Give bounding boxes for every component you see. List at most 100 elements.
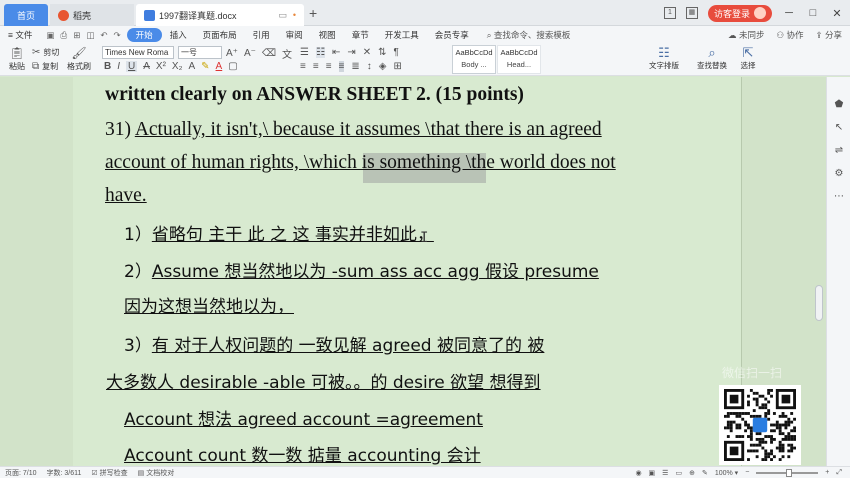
page-indicator[interactable]: 页面: 7/10 bbox=[0, 468, 42, 478]
zoom-slider-knob[interactable] bbox=[786, 468, 793, 477]
zoom-out-icon[interactable]: − bbox=[745, 469, 749, 476]
sidebar-settings-icon[interactable]: ⇌ bbox=[833, 145, 845, 156]
font-name-select[interactable]: Times New Roma bbox=[102, 46, 174, 59]
save-icon[interactable]: ▣ bbox=[46, 30, 54, 41]
fit-page-icon[interactable]: ⤢ bbox=[836, 469, 842, 477]
chinese-layout-icon[interactable]: ✕ bbox=[363, 47, 371, 58]
menu-chapter[interactable]: 章节 bbox=[344, 29, 377, 41]
web-view-icon[interactable]: ⊕ bbox=[689, 469, 695, 477]
grid-icon[interactable]: ▦ bbox=[685, 7, 698, 19]
grow-font-icon[interactable]: A⁺ bbox=[226, 48, 238, 59]
align-right-icon[interactable]: ≡ bbox=[326, 61, 332, 72]
font-size-select[interactable]: 一号 bbox=[178, 46, 222, 59]
subscript-icon[interactable]: X₂ bbox=[172, 61, 183, 72]
pinyin-icon[interactable]: 文 bbox=[282, 46, 292, 61]
maximize-icon[interactable]: □ bbox=[806, 7, 820, 19]
note-3b[interactable]: 大多数人 desirable -able 可被。。的 desire 欲望 想得到 bbox=[106, 368, 541, 393]
print-icon[interactable]: ⊞ bbox=[73, 30, 80, 41]
borders-icon[interactable]: ⊞ bbox=[393, 61, 401, 72]
note-2[interactable]: 2）Assume 想当然地以为 -sum ass acc agg 假设 pres… bbox=[124, 257, 599, 282]
menu-view[interactable]: 视图 bbox=[311, 29, 344, 41]
page-view-icon[interactable]: ▣ bbox=[649, 469, 656, 477]
zoom-dropdown[interactable]: 100% ▾ bbox=[715, 469, 738, 477]
align-left-icon[interactable]: ≡ bbox=[300, 61, 306, 72]
tab-document[interactable]: 1997翻译真题.docx ▭ • bbox=[136, 4, 304, 26]
decrease-indent-icon[interactable]: ⇤ bbox=[332, 47, 340, 58]
q31-text-line2[interactable]: account of human rights, \which is somet… bbox=[105, 152, 616, 174]
tab-close-icon[interactable]: • bbox=[293, 10, 296, 21]
tab-daoke[interactable]: 稻壳 bbox=[50, 4, 134, 26]
command-search[interactable]: ⌕ 查找命令、搜索模板 bbox=[487, 29, 571, 41]
sync-status[interactable]: ☁ 未同步 bbox=[728, 29, 764, 41]
redo-icon[interactable]: ↷ bbox=[113, 30, 120, 41]
clear-format-icon[interactable]: ⌫ bbox=[262, 48, 276, 59]
menu-review[interactable]: 审阅 bbox=[278, 29, 311, 41]
note-5[interactable]: Account count 数一数 掂量 accounting 会计 bbox=[124, 441, 481, 466]
eye-protect-icon[interactable]: ◉ bbox=[635, 469, 641, 477]
zoom-in-icon[interactable]: + bbox=[825, 469, 829, 476]
note-3[interactable]: 3）有 对于人权问题的 一致见解 agreed 被同意了的 被 bbox=[124, 331, 544, 356]
menu-member[interactable]: 会员专享 bbox=[427, 29, 477, 41]
bullet-list-icon[interactable]: ☰ bbox=[300, 47, 309, 58]
spell-check[interactable]: ☑ 拼写检查 bbox=[86, 468, 132, 478]
write-view-icon[interactable]: ✎ bbox=[702, 469, 708, 477]
superscript-icon[interactable]: X² bbox=[156, 61, 166, 72]
number-list-icon[interactable]: ☷ bbox=[315, 47, 325, 58]
font-color-icon[interactable]: A bbox=[216, 61, 223, 72]
highlight-icon[interactable]: ✎ bbox=[201, 61, 209, 72]
vertical-scrollbar[interactable] bbox=[815, 285, 823, 321]
tab-screen-icon[interactable]: ▭ bbox=[278, 10, 287, 21]
distribute-icon[interactable]: ≣ bbox=[351, 61, 359, 72]
style-heading-card[interactable]: AaBbCcDd Head... bbox=[497, 45, 541, 74]
outline-view-icon[interactable]: ☰ bbox=[662, 469, 668, 477]
doc-proof[interactable]: ▤ 文档校对 bbox=[133, 468, 180, 478]
minimize-icon[interactable]: ─ bbox=[782, 7, 796, 19]
note-1[interactable]: 1）省略句 主干 此 之 这 事实并非如此， bbox=[124, 220, 434, 245]
share-button[interactable]: ⇪ 分享 bbox=[816, 29, 843, 41]
menu-dev-tools[interactable]: 开发工具 bbox=[377, 29, 427, 41]
doc-heading[interactable]: written clearly on ANSWER SHEET 2. (15 p… bbox=[105, 84, 524, 106]
font-effect-icon[interactable]: A bbox=[188, 61, 195, 72]
sidebar-cursor-icon[interactable]: ↖ bbox=[833, 122, 845, 133]
show-marks-icon[interactable]: ¶ bbox=[394, 47, 399, 58]
note-4[interactable]: Account 想法 agreed account =agreement bbox=[124, 405, 483, 430]
sort-icon[interactable]: ⇅ bbox=[378, 47, 386, 58]
menu-page-layout[interactable]: 页面布局 bbox=[195, 29, 245, 41]
q31-text-line3[interactable]: have. bbox=[105, 185, 147, 207]
copy-button[interactable]: ⧉ 复制 bbox=[32, 61, 58, 72]
sidebar-shapes-icon[interactable]: ⬟ bbox=[833, 99, 845, 110]
zoom-slider[interactable] bbox=[756, 468, 819, 477]
increase-indent-icon[interactable]: ⇥ bbox=[347, 47, 355, 58]
underline-icon[interactable]: U bbox=[126, 61, 138, 72]
char-border-icon[interactable]: ▢ bbox=[228, 61, 237, 72]
select-button[interactable]: ⇱ 选择 bbox=[724, 46, 772, 71]
text-layout-button[interactable]: ☷ 文字排版 bbox=[640, 46, 688, 71]
tab-home[interactable]: 首页 bbox=[4, 4, 48, 26]
sidebar-more-icon[interactable]: ⋯ bbox=[833, 191, 845, 202]
sidebar-adjust-icon[interactable]: ⚙ bbox=[833, 168, 845, 179]
menu-start[interactable]: 开始 bbox=[126, 28, 162, 42]
shading-icon[interactable]: ◈ bbox=[379, 61, 387, 72]
line-spacing-icon[interactable]: ↕ bbox=[367, 61, 372, 72]
export-icon[interactable]: ⎙ bbox=[60, 30, 67, 41]
paste-button[interactable]: 📋︎ 粘贴 bbox=[6, 46, 28, 72]
menu-reference[interactable]: 引用 bbox=[245, 29, 278, 41]
read-view-icon[interactable]: ▭ bbox=[675, 469, 682, 477]
visitor-login-button[interactable]: 访客登录 bbox=[707, 4, 772, 22]
strikethrough-icon[interactable]: A bbox=[143, 61, 150, 72]
italic-icon[interactable]: I bbox=[117, 61, 120, 72]
undo-icon[interactable]: ↶ bbox=[100, 30, 107, 41]
note-2b[interactable]: 因为这想当然地以为， bbox=[124, 292, 294, 317]
collaborate-button[interactable]: ⚇ 协作 bbox=[777, 29, 804, 41]
close-icon[interactable]: ✕ bbox=[830, 7, 844, 20]
new-tab-button[interactable]: + bbox=[309, 5, 317, 21]
justify-icon[interactable]: ≡ bbox=[338, 61, 345, 72]
shrink-font-icon[interactable]: A⁻ bbox=[244, 48, 256, 59]
style-body-card[interactable]: AaBbCcDd Body ... bbox=[452, 45, 496, 74]
question-31-line1[interactable]: 31) Actually, it isn't,\ because it assu… bbox=[105, 119, 602, 141]
preview-icon[interactable]: ◫ bbox=[86, 30, 94, 41]
menu-file[interactable]: ≡ 文件 bbox=[0, 29, 40, 41]
align-center-icon[interactable]: ≡ bbox=[313, 61, 319, 72]
window-count-icon[interactable]: 1 bbox=[663, 7, 676, 19]
menu-insert[interactable]: 插入 bbox=[162, 29, 195, 41]
